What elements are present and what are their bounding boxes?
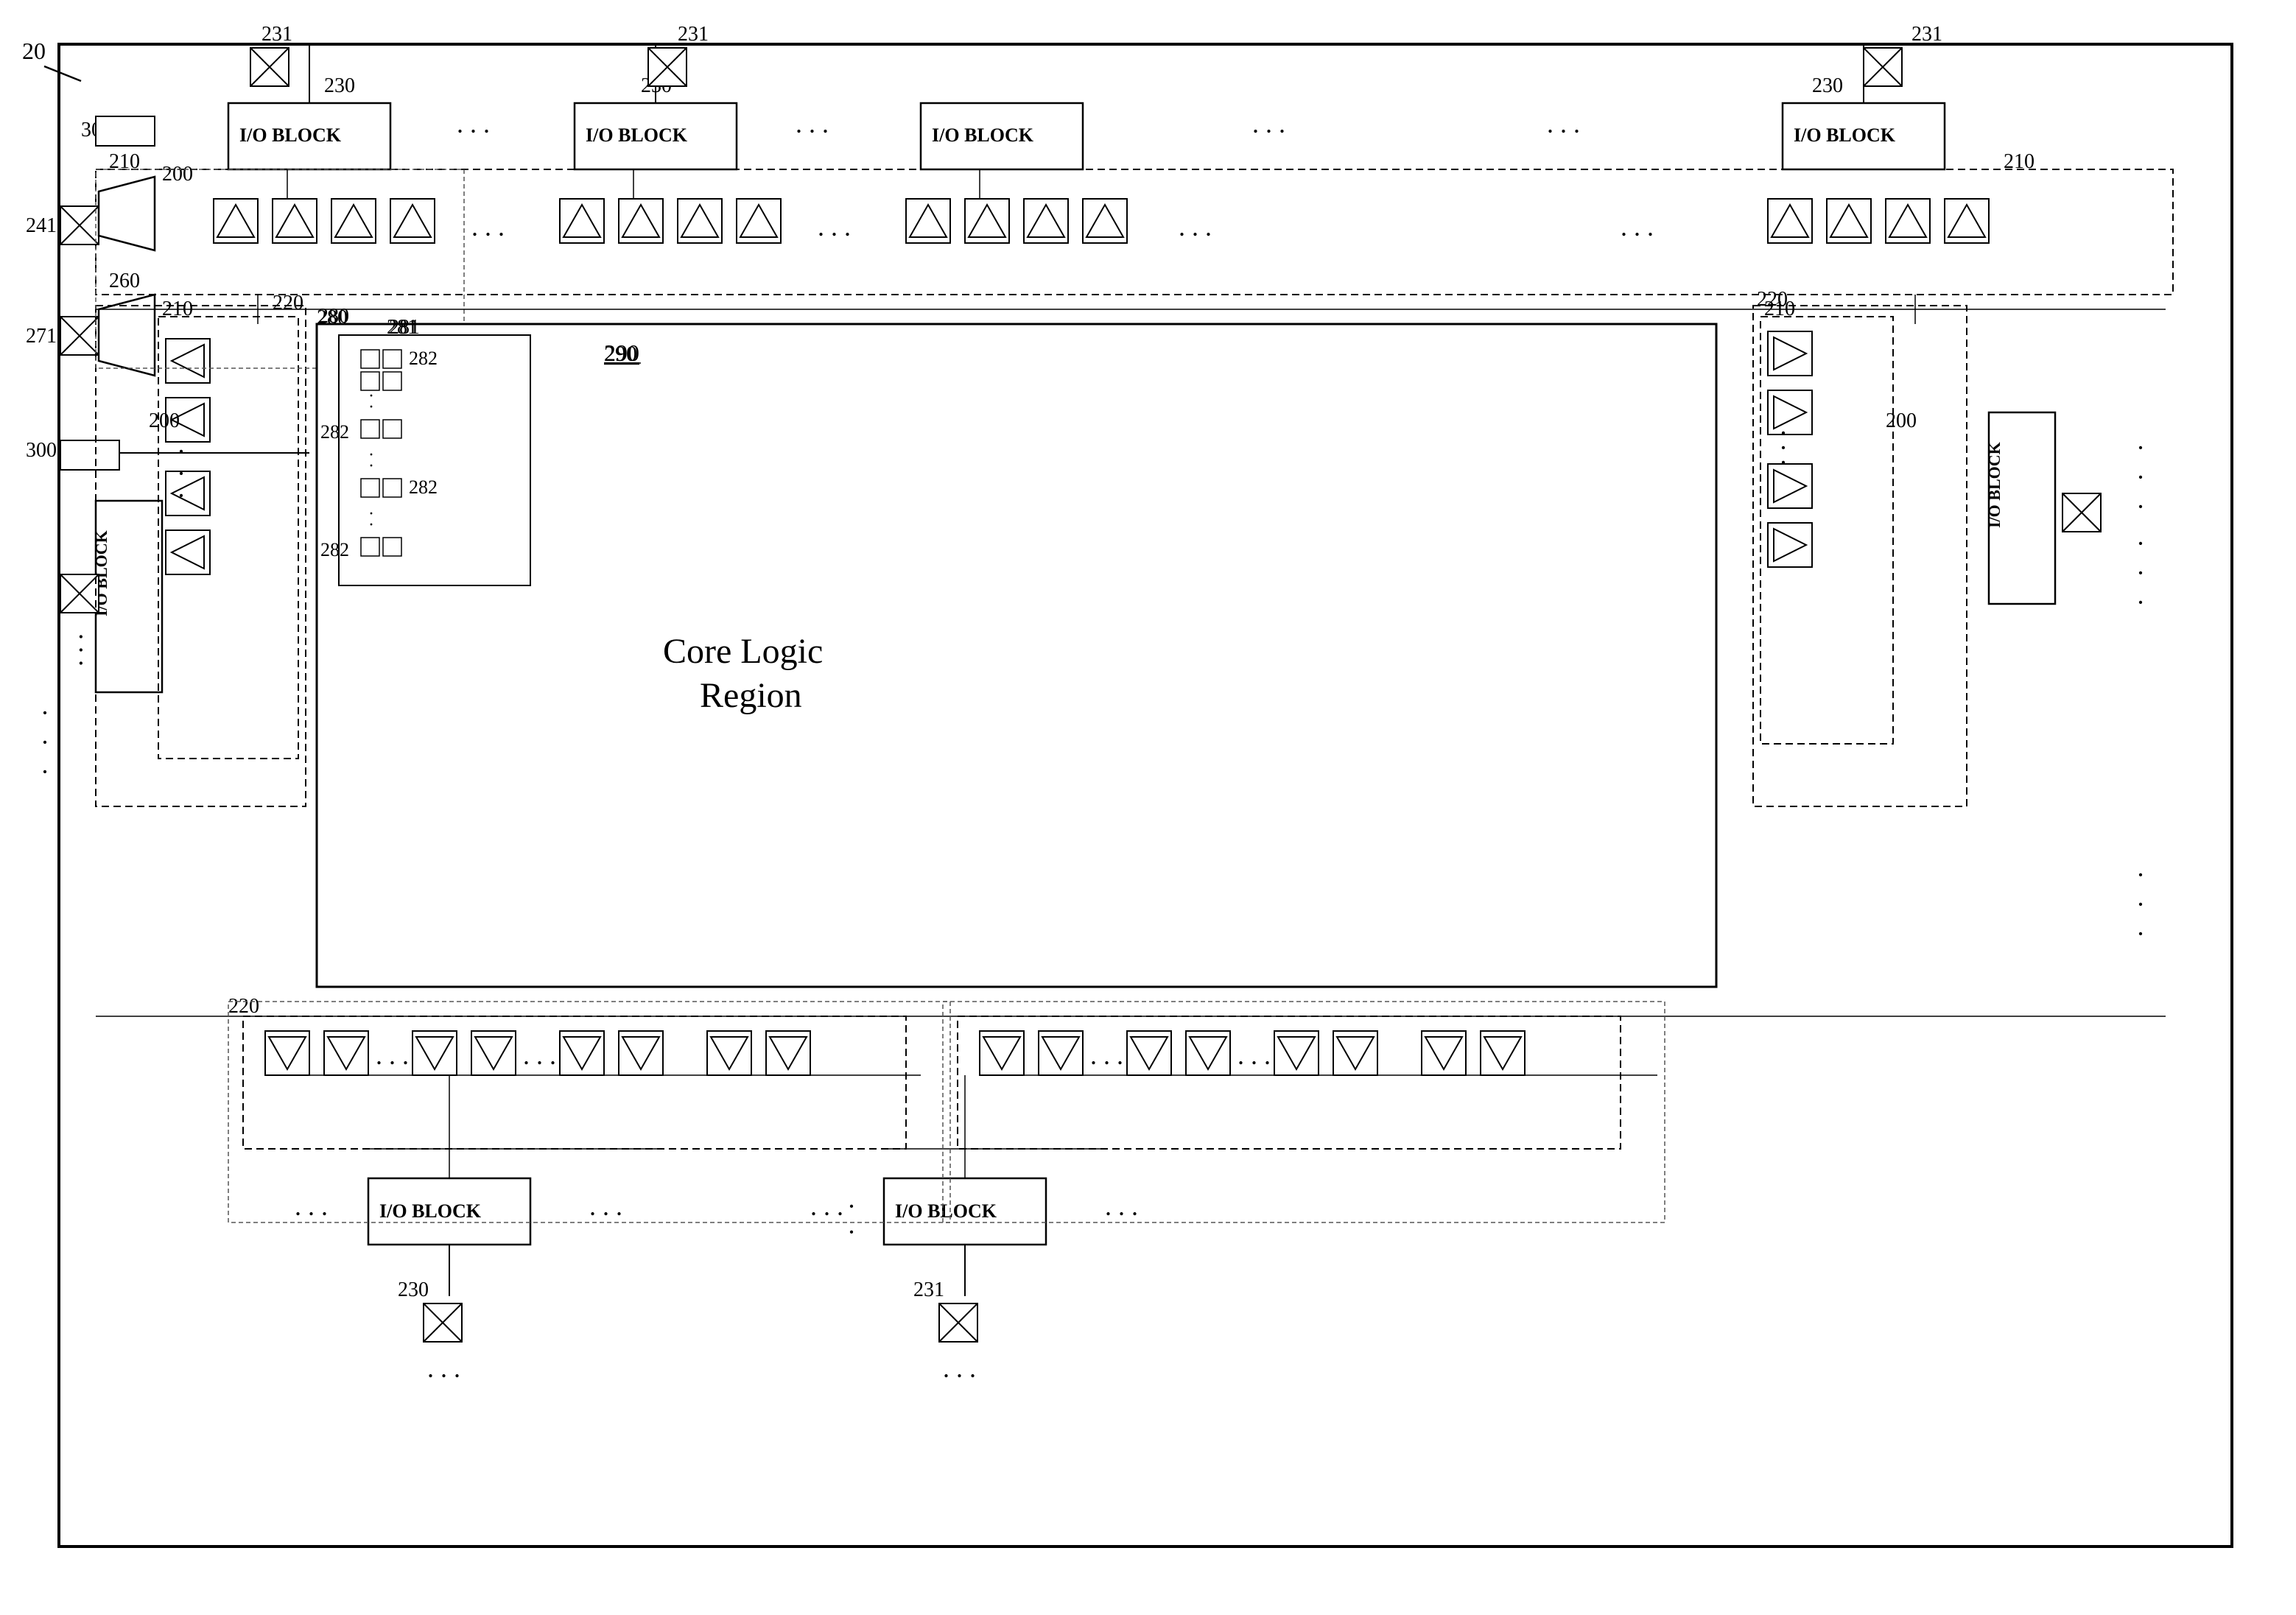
svg-text:. . .: . . . (1547, 109, 1580, 138)
svg-text:282: 282 (320, 539, 349, 560)
svg-text:. . .: . . . (1252, 109, 1285, 138)
svg-text:230: 230 (1812, 74, 1843, 97)
svg-text:231: 231 (1911, 23, 1942, 46)
svg-text:281: 281 (389, 316, 420, 339)
svg-text:·: · (2136, 919, 2145, 949)
svg-text:300: 300 (26, 439, 57, 462)
svg-text:260: 260 (109, 270, 140, 292)
svg-text:. . .: . . . (796, 109, 829, 138)
svg-text:231: 231 (678, 23, 709, 46)
svg-text:290: 290 (604, 342, 637, 366)
svg-text:200: 200 (162, 163, 193, 186)
svg-text:I/O BLOCK: I/O BLOCK (1985, 442, 2004, 528)
svg-text:·: · (368, 516, 374, 535)
svg-text:. . .: . . . (74, 633, 103, 666)
svg-text:280: 280 (318, 305, 349, 328)
svg-text:210: 210 (2004, 150, 2035, 173)
svg-text:. . .: . . . (1179, 212, 1212, 242)
svg-text:Region: Region (700, 676, 802, 715)
svg-text:. . .: . . . (427, 1354, 460, 1383)
svg-text:I/O BLOCK: I/O BLOCK (379, 1200, 482, 1222)
svg-text:·: · (1779, 448, 1788, 477)
svg-text:282: 282 (409, 348, 438, 369)
svg-text:·: · (2136, 529, 2145, 558)
svg-text:. . .: . . . (589, 1192, 622, 1221)
svg-text:282: 282 (320, 421, 349, 443)
svg-text:200: 200 (149, 409, 180, 432)
svg-text:·: · (2136, 890, 2145, 919)
svg-text:. . .: . . . (1237, 1041, 1271, 1070)
svg-text:. . .: . . . (523, 1041, 556, 1070)
svg-text:I/O BLOCK: I/O BLOCK (586, 124, 688, 146)
svg-text:·: · (2136, 462, 2145, 492)
svg-text:I/O BLOCK: I/O BLOCK (1794, 124, 1896, 146)
svg-text:. . .: . . . (818, 212, 851, 242)
svg-text:. . .: . . . (457, 109, 490, 138)
svg-text:282: 282 (409, 476, 438, 498)
svg-text:·: · (847, 1192, 856, 1221)
svg-text:. . .: . . . (1105, 1192, 1138, 1221)
svg-text:. . .: . . . (376, 1041, 409, 1070)
svg-text:20: 20 (22, 38, 46, 64)
svg-text:220: 220 (273, 292, 303, 314)
svg-text:·: · (368, 398, 374, 417)
svg-text:·: · (2136, 433, 2145, 462)
svg-text:210: 210 (1764, 298, 1795, 320)
svg-text:·: · (41, 728, 49, 757)
svg-text:. . .: . . . (295, 1192, 328, 1221)
svg-text:231: 231 (261, 23, 292, 46)
svg-text:. . .: . . . (1621, 212, 1654, 242)
diagram-container: 20 I/O BLOCK I/O BLOCK I/O BLOCK I/O BLO… (0, 0, 2296, 1615)
svg-text:200: 200 (1886, 409, 1917, 432)
svg-text:·: · (41, 757, 49, 787)
svg-text:. . .: . . . (810, 1192, 843, 1221)
svg-text:. . .: . . . (943, 1354, 976, 1383)
svg-text:220: 220 (228, 995, 259, 1018)
svg-text:·: · (368, 457, 374, 476)
svg-text:I/O BLOCK: I/O BLOCK (239, 124, 342, 146)
svg-text:. . .: . . . (471, 212, 505, 242)
svg-text:·: · (847, 1217, 856, 1247)
svg-text:·: · (2136, 860, 2145, 890)
svg-text:·: · (41, 698, 49, 728)
svg-text:·: · (2136, 588, 2145, 617)
svg-text:241: 241 (26, 214, 57, 237)
svg-text:I/O BLOCK: I/O BLOCK (895, 1200, 997, 1222)
svg-text:·: · (2136, 492, 2145, 521)
svg-text:Core Logic: Core Logic (663, 632, 823, 671)
svg-text:271: 271 (26, 325, 57, 348)
svg-text:·: · (2136, 558, 2145, 588)
svg-text:. . .: . . . (1090, 1041, 1123, 1070)
svg-text:I/O BLOCK: I/O BLOCK (932, 124, 1034, 146)
svg-text:230: 230 (324, 74, 355, 97)
svg-text:·: · (177, 481, 186, 510)
svg-text:230: 230 (398, 1278, 429, 1301)
svg-text:231: 231 (913, 1278, 944, 1301)
